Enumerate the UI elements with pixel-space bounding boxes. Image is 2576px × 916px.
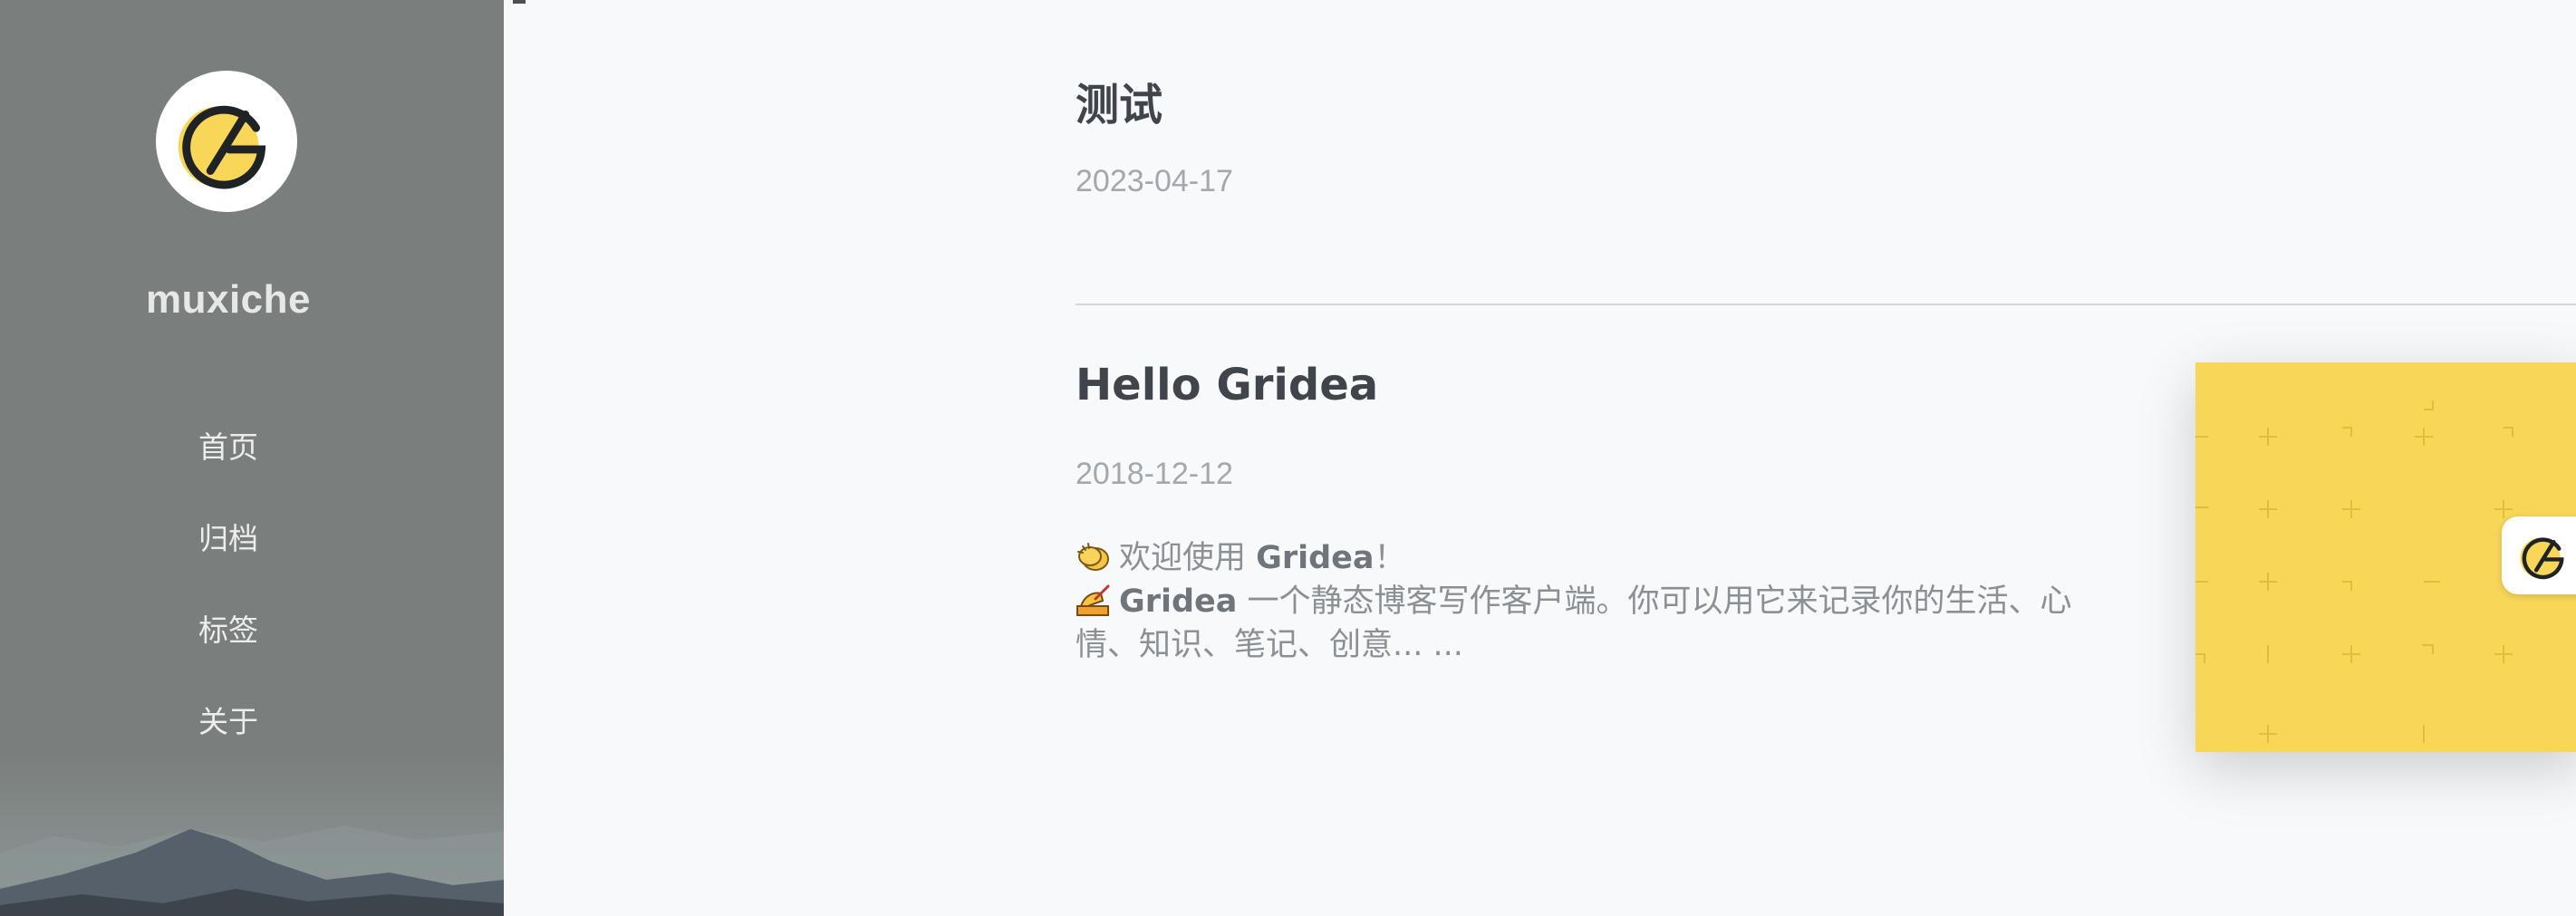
clapping-hands-icon (1077, 543, 1109, 571)
writing-hand-icon (1076, 584, 1110, 616)
post-date: 2023-04-17 (1076, 164, 1233, 198)
gridea-logo-icon (159, 74, 294, 208)
cover-logo (2502, 516, 2576, 594)
excerpt-text: 欢迎使用 (1119, 540, 1257, 576)
post-excerpt: 欢迎使用 Gridea！ Gridea 一个静态博客写作客户端。你可以用它来记录… (1076, 536, 2108, 667)
excerpt-line: 欢迎使用 Gridea！ (1076, 536, 2108, 580)
nav-item-archive[interactable]: 归档 (0, 510, 457, 602)
post-title[interactable]: 测试 (1076, 69, 1163, 132)
post-cover-image[interactable] (2195, 362, 2576, 752)
post-date: 2018-12-12 (1076, 457, 1233, 491)
nav-item-home[interactable]: 首页 (0, 419, 457, 510)
excerpt-bold: Gridea (1119, 583, 1238, 620)
site-avatar[interactable] (156, 71, 297, 212)
top-marker (513, 0, 526, 4)
post-divider (1076, 304, 2576, 305)
nav-item-tags[interactable]: 标签 (0, 602, 457, 693)
mountain-background (0, 753, 504, 916)
gridea-logo-icon (2520, 537, 2564, 580)
main-nav: 首页 归档 标签 关于 (0, 419, 457, 785)
excerpt-line: Gridea 一个静态博客写作客户端。你可以用它来记录你的生活、心情、知识、笔记… (1076, 580, 2108, 667)
excerpt-text: ！ (1374, 540, 1406, 576)
post-title[interactable]: Hello Gridea (1076, 360, 1378, 410)
excerpt-bold: Gridea (1256, 540, 1375, 576)
site-name[interactable]: muxiche (0, 277, 457, 323)
sidebar: muxiche 首页 归档 标签 关于 (0, 0, 504, 916)
